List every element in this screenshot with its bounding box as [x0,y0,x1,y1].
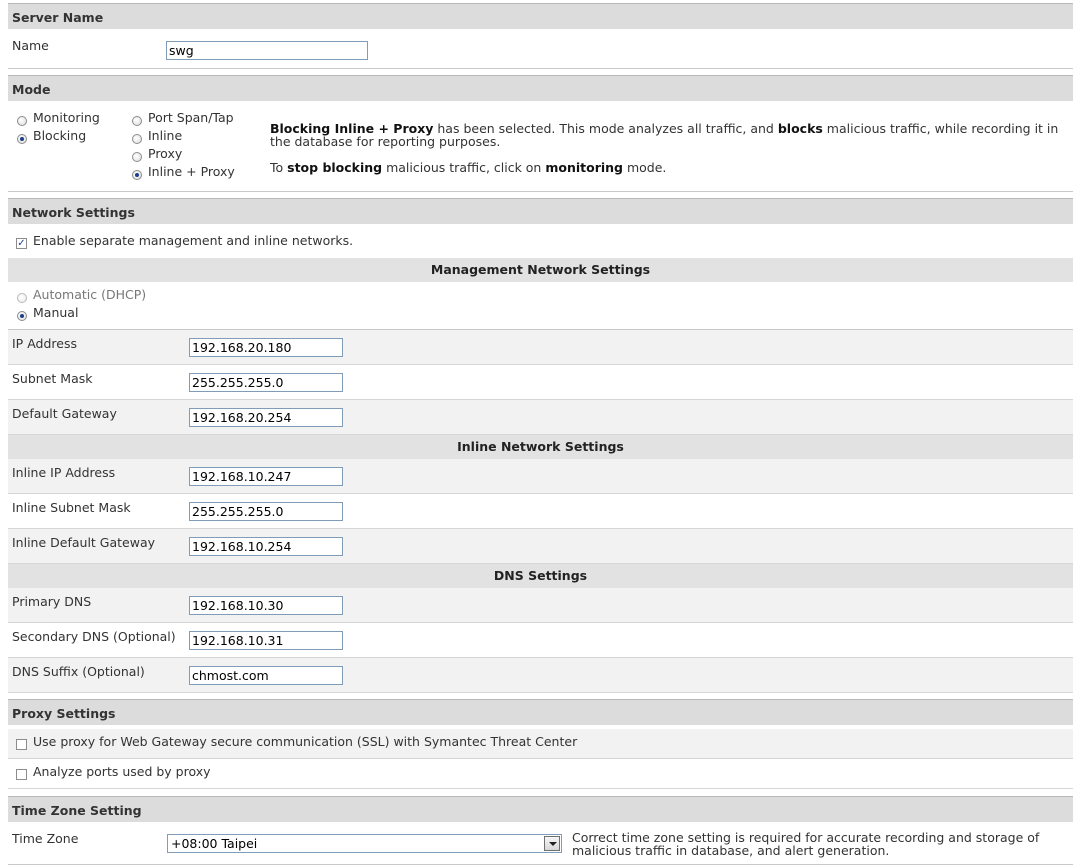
server-name-input[interactable] [166,41,368,60]
default-gateway-input[interactable] [189,408,343,427]
ip-mode-dhcp[interactable]: Automatic (DHCP) [17,287,147,303]
ip-address-label: IP Address [12,336,77,351]
radio-inline[interactable] [132,133,142,144]
divider [8,864,1073,865]
time-zone-label: Time Zone [12,831,79,846]
mode-option-label: Inline + Proxy [148,164,235,179]
analyze-ports-checkbox[interactable] [16,769,27,780]
inline-gateway-label: Inline Default Gateway [12,535,156,550]
inline-subnet-input[interactable] [189,502,343,521]
field-row-inline-gateway: Inline Default Gateway [8,529,1073,564]
inline-ip-input[interactable] [189,467,343,486]
field-row-secondary-dns: Secondary DNS (Optional) [8,623,1073,658]
section-header-server-name: Server Name [8,3,1073,29]
primary-dns-input[interactable] [189,596,343,615]
primary-dns-label: Primary DNS [12,594,92,609]
dhcp-label: Automatic (DHCP) [33,287,147,302]
proxy-ssl-checkbox[interactable] [16,739,27,750]
time-zone-note: Correct time zone setting is required fo… [572,830,1040,858]
desc-bold: blocks [777,121,823,136]
radio-manual[interactable] [17,310,27,321]
hint-text: mode. [623,160,667,175]
radio-proxy[interactable] [132,151,142,162]
hint-bold: stop blocking [287,160,383,175]
inline-subnet-label: Inline Subnet Mask [12,500,131,515]
section-header-proxy-settings: Proxy Settings [8,699,1073,725]
field-row-subnet-mask: Subnet Mask [8,365,1073,400]
manual-label: Manual [33,305,79,320]
time-zone-select[interactable]: +08:00 Taipei [167,834,562,853]
radio-port-span-tap[interactable] [132,115,142,126]
proxy-ssl-option[interactable]: Use proxy for Web Gateway secure communi… [16,734,578,750]
mode-option-label: Monitoring [33,110,100,125]
subnet-mask-label: Subnet Mask [12,371,93,386]
section-header-time-zone: Time Zone Setting [8,796,1073,822]
mode-option-blocking[interactable]: Blocking [17,128,87,144]
field-row-dns-suffix: DNS Suffix (Optional) [8,658,1073,693]
mode-option-port-span-tap[interactable]: Port Span/Tap [132,110,234,126]
default-gateway-label: Default Gateway [12,406,117,421]
mode-description: Blocking Inline + Proxy has been selecte… [270,122,1070,148]
field-row-inline-subnet: Inline Subnet Mask [8,494,1073,529]
mode-option-label: Inline [148,128,183,143]
dns-suffix-label: DNS Suffix (Optional) [12,664,145,679]
hint-text: malicious traffic, click on [382,160,546,175]
ip-address-input[interactable] [189,338,343,357]
mode-option-label: Blocking [33,128,87,143]
secondary-dns-label: Secondary DNS (Optional) [12,629,176,644]
mode-option-monitoring[interactable]: Monitoring [17,110,100,126]
hint-text: To [270,160,288,175]
subheader-management-network: Management Network Settings [8,258,1073,282]
field-row-ip-address: IP Address [8,330,1073,365]
mode-option-label: Port Span/Tap [148,110,234,125]
ip-mode-manual[interactable]: Manual [17,305,79,321]
field-row-inline-ip: Inline IP Address [8,459,1073,494]
divider [8,68,1073,69]
section-header-mode: Mode [8,75,1073,101]
radio-inline-proxy[interactable] [132,169,142,180]
analyze-ports-option[interactable]: Analyze ports used by proxy [16,764,211,780]
chevron-down-icon[interactable] [544,836,560,851]
radio-dhcp[interactable] [17,292,27,303]
secondary-dns-input[interactable] [189,631,343,650]
mode-option-inline-proxy[interactable]: Inline + Proxy [132,164,235,180]
mode-option-inline[interactable]: Inline [132,128,183,144]
enable-separate-networks-option[interactable]: ✓ Enable separate management and inline n… [16,233,354,249]
proxy-ssl-label: Use proxy for Web Gateway secure communi… [33,734,578,749]
radio-monitoring[interactable] [17,115,27,126]
field-row-primary-dns: Primary DNS [8,588,1073,623]
field-row-default-gateway: Default Gateway [8,400,1073,435]
section-header-network-settings: Network Settings [8,198,1073,224]
name-label: Name [12,38,49,53]
dns-suffix-input[interactable] [189,666,343,685]
divider [8,191,1073,192]
radio-blocking[interactable] [17,133,27,144]
subheader-inline-network: Inline Network Settings [8,435,1073,459]
mode-option-proxy[interactable]: Proxy [132,146,183,162]
mode-hint: To stop blocking malicious traffic, clic… [270,160,666,175]
enable-separate-networks-checkbox[interactable]: ✓ [16,238,27,249]
analyze-ports-label: Analyze ports used by proxy [33,764,211,779]
inline-ip-label: Inline IP Address [12,465,116,480]
enable-separate-networks-label: Enable separate management and inline ne… [33,233,354,248]
inline-gateway-input[interactable] [189,537,343,556]
time-zone-value: +08:00 Taipei [171,836,258,851]
mode-option-label: Proxy [148,146,183,161]
subnet-mask-input[interactable] [189,373,343,392]
hint-bold: monitoring [545,160,623,175]
subheader-dns-settings: DNS Settings [8,564,1073,588]
